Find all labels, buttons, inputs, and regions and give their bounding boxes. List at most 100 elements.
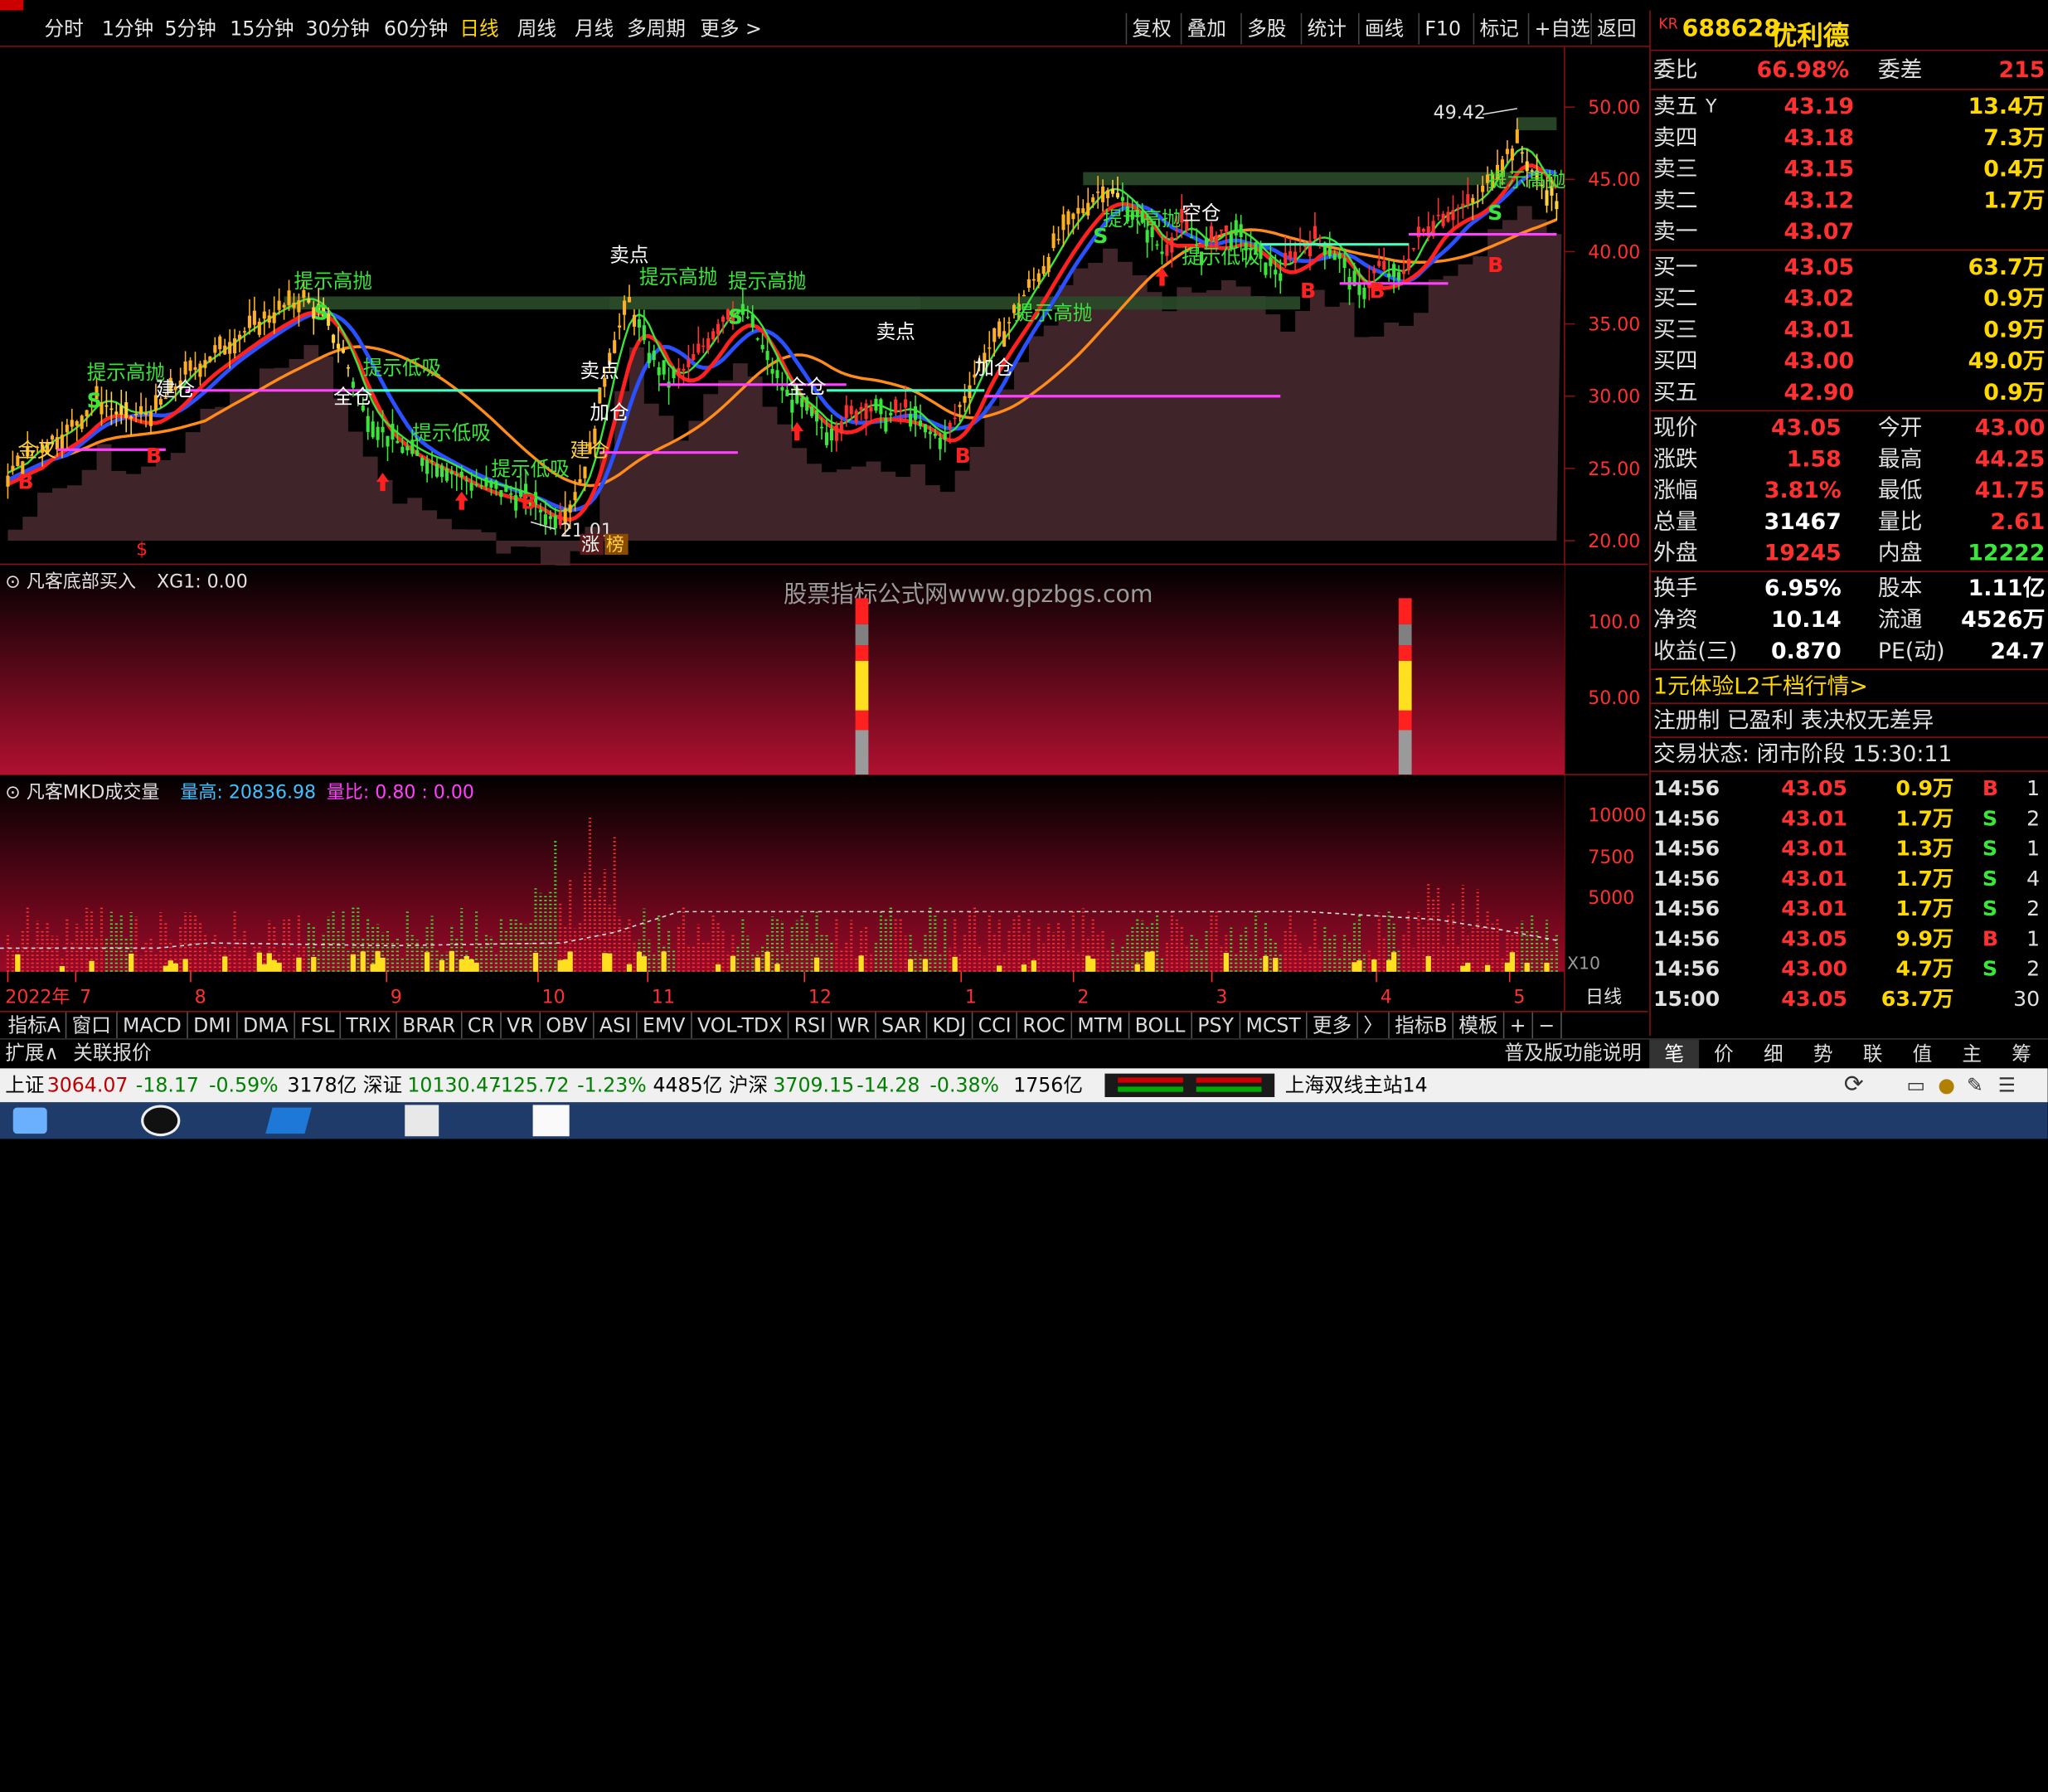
- related-quote-button[interactable]: 关联报价: [73, 1040, 152, 1067]
- period-tab-7[interactable]: 周线: [517, 13, 556, 45]
- toolbar-button-4[interactable]: 画线: [1358, 12, 1409, 45]
- right-tab-6[interactable]: 主: [1947, 1040, 1997, 1069]
- ask-row[interactable]: 卖四 43.18 7.3万: [1653, 123, 2046, 154]
- document-icon[interactable]: [405, 1105, 439, 1137]
- indicator-tab-22[interactable]: PSY: [1192, 1012, 1240, 1039]
- period-tab-0[interactable]: 分时: [45, 13, 84, 45]
- right-tab-1[interactable]: 价: [1699, 1040, 1749, 1069]
- indicator-tab-8[interactable]: CR: [463, 1012, 502, 1039]
- recycle-icon[interactable]: [12, 1107, 47, 1134]
- sub1-title[interactable]: ⊙ 凡客底部买入: [5, 572, 136, 593]
- right-tab-3[interactable]: 势: [1798, 1040, 1848, 1069]
- toolbar-button-0[interactable]: 复权: [1125, 12, 1177, 45]
- indicator-tab-25[interactable]: 〉: [1358, 1012, 1390, 1039]
- indicator-tab-23[interactable]: MCST: [1240, 1012, 1308, 1039]
- window-icon-small[interactable]: ▭: [1907, 1068, 1925, 1102]
- candle: [193, 367, 197, 371]
- indicator-tab-24[interactable]: 更多: [1308, 1012, 1359, 1039]
- indicator-tab-4[interactable]: DMA: [238, 1012, 295, 1039]
- period-tab-9[interactable]: 多周期: [627, 13, 686, 45]
- refresh-icon[interactable]: ⟳: [1844, 1068, 1864, 1102]
- candle: [824, 432, 829, 445]
- toolbar-button-1[interactable]: 叠加: [1180, 12, 1231, 45]
- toolbar-button-7[interactable]: +自选: [1527, 12, 1595, 45]
- candle: [879, 399, 883, 415]
- indicator-tab-26[interactable]: 指标B: [1390, 1012, 1454, 1039]
- period-tab-8[interactable]: 月线: [575, 13, 614, 45]
- indicator-tab-1[interactable]: 窗口: [66, 1012, 118, 1039]
- right-tab-0[interactable]: 笔: [1649, 1039, 1700, 1069]
- bell-icon[interactable]: ●: [1938, 1068, 1955, 1102]
- toolbar-button-2[interactable]: 多股: [1240, 12, 1291, 45]
- candle: [1318, 237, 1322, 239]
- right-tab-4[interactable]: 联: [1848, 1040, 1898, 1069]
- ask-volume: 1.7万: [1983, 187, 2046, 215]
- indicator-tab-10[interactable]: OBV: [541, 1012, 595, 1039]
- right-tab-5[interactable]: 值: [1897, 1040, 1947, 1069]
- ask-label: 卖二: [1652, 187, 1698, 215]
- tick-volume: 1.3万: [1895, 836, 1954, 861]
- period-tab-5[interactable]: 60分钟: [384, 13, 448, 45]
- toolbar-button-8[interactable]: 返回: [1590, 12, 1641, 45]
- help-link[interactable]: 普及版功能说明: [1504, 1040, 1641, 1067]
- indicator-tab-14[interactable]: RSI: [789, 1012, 832, 1039]
- indicator-tab-28[interactable]: +: [1504, 1012, 1533, 1039]
- volume-panel[interactable]: [0, 775, 1565, 972]
- hs-pct: -0.38%: [929, 1073, 999, 1097]
- period-tab-1[interactable]: 1分钟: [102, 13, 153, 45]
- indicator-tab-12[interactable]: EMV: [638, 1012, 692, 1039]
- tools-icon[interactable]: ✎: [1967, 1068, 1983, 1102]
- period-tab-6[interactable]: 日线: [459, 13, 498, 45]
- stat2-label-2: 流通: [1877, 607, 1923, 634]
- indicator-tab-21[interactable]: BOLL: [1129, 1012, 1192, 1039]
- menu-icon[interactable]: ☰: [1998, 1068, 2016, 1102]
- sub2-title[interactable]: ⊙ 凡客MKD成交量: [5, 782, 159, 803]
- bid-row[interactable]: 买四 43.00 49.0万: [1653, 346, 2046, 377]
- toolbar-button-3[interactable]: 统计: [1300, 12, 1352, 45]
- bottom-buy-panel[interactable]: [0, 565, 1565, 775]
- ask-row[interactable]: 卖三 43.15 0.4万: [1653, 154, 2046, 186]
- period-tab-4[interactable]: 30分钟: [306, 13, 370, 45]
- kline-chart[interactable]: 50.0045.0040.0035.0030.0025.0020.00提示高抛提…: [0, 46, 1648, 1014]
- indicator-tab-17[interactable]: KDJ: [927, 1012, 973, 1039]
- indicator-tab-16[interactable]: SAR: [876, 1012, 929, 1039]
- indicator-tab-0[interactable]: 指标A: [2, 1012, 67, 1039]
- indicator-tab-11[interactable]: ASI: [595, 1012, 638, 1039]
- ask-row[interactable]: 卖二 43.12 1.7万: [1653, 186, 2046, 217]
- indicator-tab-20[interactable]: MTM: [1072, 1012, 1130, 1039]
- indicator-tab-19[interactable]: ROC: [1017, 1012, 1072, 1039]
- indicator-tab-13[interactable]: VOL-TDX: [692, 1012, 789, 1039]
- indicator-tab-15[interactable]: WR: [832, 1012, 877, 1039]
- period-tab-2[interactable]: 5分钟: [164, 13, 216, 45]
- right-tab-7[interactable]: 筹: [1997, 1040, 2046, 1069]
- indicator-tab-9[interactable]: VR: [502, 1012, 541, 1039]
- period-tab-3[interactable]: 15分钟: [230, 13, 294, 45]
- right-tab-2[interactable]: 细: [1749, 1040, 1798, 1069]
- indicator-tab-18[interactable]: CCI: [973, 1012, 1018, 1039]
- candle: [1101, 187, 1105, 202]
- indicator-tab-27[interactable]: 模板: [1453, 1012, 1505, 1039]
- indicator-tab-5[interactable]: FSL: [295, 1012, 342, 1039]
- bid-row[interactable]: 买二 43.02 0.9万: [1653, 284, 2046, 315]
- qq-icon[interactable]: [141, 1105, 181, 1137]
- l2-promo-link[interactable]: 1元体验L2千档行情>: [1653, 672, 2046, 703]
- ask-row[interactable]: 卖五 Y 43.19 13.4万: [1653, 91, 2046, 123]
- bid-row[interactable]: 买三 43.01 0.9万: [1653, 315, 2046, 347]
- indicator-tab-2[interactable]: MACD: [118, 1012, 188, 1039]
- bid-row[interactable]: 买五 42.90 0.9万: [1653, 377, 2046, 409]
- resistance-band: [1517, 117, 1557, 131]
- app-icon[interactable]: [265, 1107, 312, 1134]
- indicator-tab-6[interactable]: TRIX: [341, 1012, 398, 1039]
- period-indicator[interactable]: 日线: [1585, 988, 1622, 1008]
- expand-button[interactable]: 扩展∧: [5, 1040, 59, 1067]
- period-tab-10[interactable]: 更多 >: [700, 13, 762, 45]
- bid-row[interactable]: 买一 43.05 63.7万: [1653, 252, 2046, 284]
- indicator-tab-3[interactable]: DMI: [188, 1012, 238, 1039]
- server-name[interactable]: 上海双线主站14: [1285, 1068, 1428, 1102]
- blank-icon[interactable]: [532, 1105, 570, 1137]
- toolbar-button-5[interactable]: F10: [1418, 12, 1466, 45]
- indicator-tab-7[interactable]: BRAR: [397, 1012, 463, 1039]
- ask-row[interactable]: 卖一 43.07: [1653, 216, 2046, 248]
- toolbar-button-6[interactable]: 标记: [1473, 12, 1524, 45]
- indicator-tab-29[interactable]: −: [1533, 1012, 1562, 1039]
